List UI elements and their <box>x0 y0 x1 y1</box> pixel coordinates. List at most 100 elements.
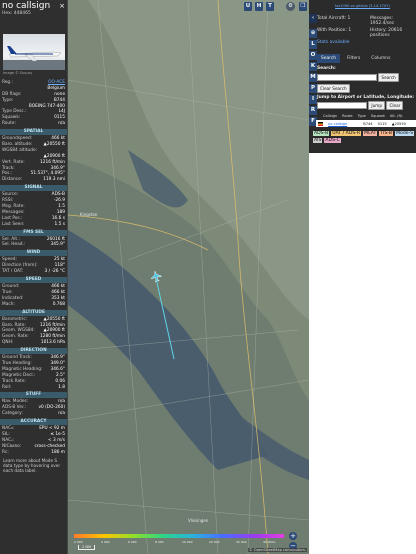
source-badge: ADS-B <box>313 131 330 136</box>
github-link[interactable]: tar1090 on github (3.14.1707) <box>309 0 416 11</box>
help-note: Learn more about Mode S data type by hov… <box>3 457 61 474</box>
aircraft-info-panel: × no callsign Hex: 448465 Image © Sxuuzy… <box>0 0 68 554</box>
map-button-h[interactable]: H <box>255 2 263 11</box>
info-row: Last Seen: 1.5 s <box>0 222 67 228</box>
place-label: Kingston <box>80 212 98 217</box>
altitude-legend-label: 40 000+ <box>263 540 277 544</box>
row-squawk: 0115 <box>377 121 387 126</box>
table-row[interactable]: no callsign B744 0115 ▲20550 <box>316 120 416 127</box>
clear-button[interactable]: Clear <box>386 101 404 110</box>
jump-label: Jump to Airport or Latitude, Longitude: <box>317 95 414 100</box>
info-label: Type: <box>2 97 14 103</box>
total-aircraft: Total Aircraft: 1 <box>317 16 351 21</box>
info-label: Mach: <box>2 301 15 307</box>
search-input[interactable] <box>317 74 377 81</box>
jump-input[interactable] <box>317 102 367 109</box>
close-icon[interactable]: × <box>59 2 65 10</box>
info-label: Reg.: <box>2 80 13 85</box>
section-header: DIRECTION <box>0 348 67 355</box>
zoom-in-button[interactable]: + <box>289 532 297 540</box>
map-button-o[interactable]: O <box>309 51 317 60</box>
section-header: SPEED <box>0 277 67 284</box>
info-value: 1013.6 hPa <box>40 340 65 346</box>
panel-tabs: Search Filters Columns <box>317 54 394 63</box>
column-callsign[interactable]: Callsign <box>323 114 337 118</box>
stats-link[interactable]: Stats available <box>317 40 349 52</box>
aircraft-hex: Hex: 448465 <box>2 11 31 16</box>
empty-list-area <box>309 153 416 554</box>
info-value: n/a <box>58 121 65 127</box>
altitude-color-legend <box>74 534 284 538</box>
aircraft-table-header: Callsign Route Type Squawk Alt. (ft) <box>309 114 416 118</box>
place-label: Vlissingen <box>188 518 209 523</box>
tab-search[interactable]: Search <box>317 54 341 63</box>
photo-credit: Image © Sxuuzy <box>3 71 33 75</box>
tab-filters[interactable]: Filters <box>343 54 364 63</box>
column-route[interactable]: Route <box>342 114 352 118</box>
info-label: Rᴄ: <box>2 449 9 455</box>
tab-columns[interactable]: Columns <box>367 54 394 63</box>
altitude-legend-label: 4 000 <box>101 540 110 544</box>
section-header: WIND <box>0 250 67 257</box>
search-button[interactable]: Search <box>378 73 399 82</box>
info-value: n/a <box>58 411 65 417</box>
info-row: Roll: 1.8 <box>0 385 67 391</box>
settings-gear-icon[interactable]: ⚙ <box>286 2 295 11</box>
info-label: QNH: <box>2 340 14 346</box>
info-label: Category: <box>2 411 23 417</box>
info-label: Route: <box>2 121 16 127</box>
info-label: Roll: <box>2 384 12 390</box>
map-button-k[interactable]: K <box>309 62 317 71</box>
column-altitude[interactable]: Alt. (ft) <box>390 114 403 118</box>
map-button-m[interactable]: M <box>309 73 317 82</box>
map-button-u[interactable]: U <box>244 2 252 11</box>
source-badge: UAT / ADS-R <box>331 131 362 136</box>
aircraft-list-panel: tar1090 on github (3.14.1707) ‹ ⊕ L O K … <box>309 0 416 554</box>
map-scale: 2 NM <box>78 545 95 550</box>
info-label: Distance: <box>2 177 23 183</box>
map-canvas[interactable]: Kingston Vlissingen <box>68 0 309 554</box>
clear-search-button[interactable]: Clear Search <box>317 84 350 93</box>
search-form: Search: Search Clear Search Jump to Airp… <box>317 66 415 110</box>
map-button-p[interactable]: P <box>309 84 317 93</box>
info-value: 0.768 <box>52 301 65 307</box>
altitude-legend-label: 10 000 <box>182 540 193 544</box>
info-value: 1.5 s <box>54 221 65 227</box>
info-value: 3 / -26 °C <box>44 269 65 275</box>
map-attribution[interactable]: © OpenStreetMap contributors. <box>248 548 307 552</box>
info-label: Sel. Head.: <box>2 242 26 248</box>
source-badge: TIS-B <box>379 131 394 136</box>
altitude-legend-label: 20 000 <box>209 540 220 544</box>
info-label: Last Seen: <box>2 221 25 227</box>
info-row: Route: n/a <box>0 121 67 127</box>
column-type[interactable]: Type <box>358 114 366 118</box>
messages-rate: Messages: 1952.4/sec <box>370 16 395 26</box>
history-count: History: 20616 positions <box>370 28 403 38</box>
row-callsign[interactable]: no callsign <box>328 122 347 126</box>
source-badge: MLAT <box>363 131 378 136</box>
info-value: ▲20550 ft <box>43 142 65 148</box>
map-button-t[interactable]: T <box>266 2 274 11</box>
info-row: Category: n/a <box>0 411 67 417</box>
jump-button[interactable]: Jump <box>368 101 386 110</box>
altitude-legend-label: 30 000 <box>236 540 247 544</box>
info-row: Distance: 119.3 nmi <box>0 177 67 183</box>
column-squawk[interactable]: Squawk <box>371 114 385 118</box>
altitude-legend-label: 2 000 <box>74 540 83 544</box>
layers-icon[interactable]: ❐ <box>299 2 307 11</box>
info-label: WGS84 altitude: <box>2 147 38 153</box>
expand-panel-button[interactable]: ‹ <box>309 14 317 23</box>
search-label: Search: <box>317 66 336 71</box>
row-type: B744 <box>363 121 373 126</box>
info-row: Sel. Head.: 345.9° <box>0 242 67 248</box>
reset-map-button[interactable]: ⊕ <box>309 29 317 38</box>
map-button-l[interactable]: L <box>309 40 317 49</box>
section-header: FMS SEL <box>0 229 67 236</box>
section-header: SPATIAL <box>0 129 67 136</box>
info-value: 1.8 <box>58 384 65 390</box>
aircraft-photo[interactable] <box>3 34 65 70</box>
map-button-i[interactable]: I <box>309 95 317 104</box>
info-row: TAT / OAT: 3 / -26 °C <box>0 269 67 275</box>
source-badge: AIS <box>313 138 323 143</box>
map-view[interactable]: Kingston Vlissingen U H T ⚙ ❐ + − 2 NM ©… <box>68 0 309 554</box>
